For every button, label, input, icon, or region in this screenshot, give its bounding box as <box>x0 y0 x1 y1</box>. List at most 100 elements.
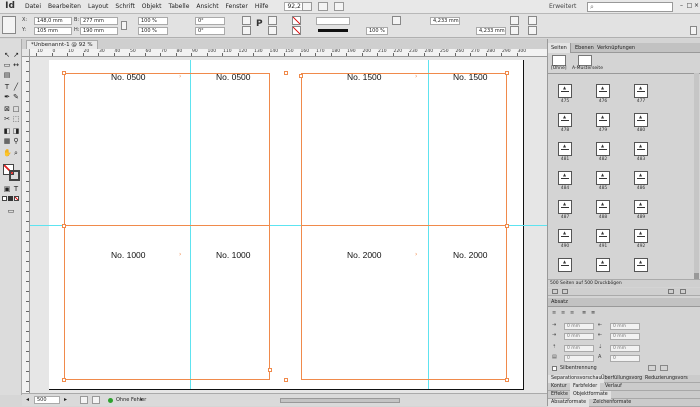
selection-handle[interactable] <box>62 378 66 382</box>
selection-handle[interactable] <box>505 378 509 382</box>
selection-handle[interactable] <box>62 71 66 75</box>
menu-datei[interactable]: Datei <box>25 3 41 10</box>
selection-handle[interactable] <box>505 71 509 75</box>
page-thumbnail[interactable] <box>558 171 572 185</box>
maximize-icon[interactable]: □ <box>686 2 693 10</box>
stroke-swatch-icon[interactable] <box>9 170 20 181</box>
page-thumbnail[interactable] <box>596 84 610 98</box>
select-container-icon[interactable] <box>268 16 277 25</box>
scale-x-field[interactable]: 100 % <box>138 17 168 25</box>
rotate-90-icon[interactable] <box>242 16 251 25</box>
page-thumbnail[interactable] <box>634 142 648 156</box>
page-thumbnail[interactable] <box>596 142 610 156</box>
page-thumbnail[interactable] <box>596 258 610 272</box>
hyphenation-checkbox[interactable] <box>552 366 557 371</box>
page-thumbnail[interactable] <box>634 258 648 272</box>
menu-layout[interactable]: Layout <box>88 3 108 10</box>
close-icon[interactable]: × <box>693 2 700 10</box>
page-thumbnail[interactable] <box>558 229 572 243</box>
delete-page-icon[interactable] <box>680 289 686 294</box>
view-options-icon[interactable] <box>318 2 328 11</box>
pen-tool-icon[interactable]: ✒ <box>3 93 11 101</box>
horizontal-scrollbar[interactable] <box>280 398 400 403</box>
scale-y-field[interactable]: 100 % <box>138 27 168 35</box>
align-center-icon[interactable]: ≡ <box>561 310 569 317</box>
justify-all-icon[interactable]: ≣ <box>591 310 599 317</box>
apply-gradient-icon[interactable] <box>8 196 13 201</box>
menu-fenster[interactable]: Fenster <box>226 3 248 10</box>
align-left-icon[interactable]: ≡ <box>552 310 560 317</box>
drop-cap-chars-field[interactable]: 0 <box>610 355 640 362</box>
page-thumbnail[interactable] <box>558 113 572 127</box>
left-indent-field[interactable]: 0 mm <box>564 323 594 330</box>
zoom-tool-icon[interactable]: ⌕ <box>12 149 20 157</box>
page-number-label[interactable]: No. 1500 <box>453 72 488 82</box>
page-thumbnail[interactable] <box>558 258 572 272</box>
screen-mode-icon[interactable] <box>302 2 312 11</box>
pages-scrollbar[interactable] <box>694 73 699 285</box>
tab-effects[interactable]: Effekte <box>548 391 571 399</box>
space-after-field[interactable]: 0 mm <box>610 345 640 352</box>
link-proportions-icon[interactable] <box>121 21 127 30</box>
tab-gradient[interactable]: Verlauf <box>602 383 625 391</box>
page-thumbnail[interactable] <box>634 171 648 185</box>
inset-field-1[interactable]: 4,233 mm <box>430 17 460 25</box>
page-thumbnail[interactable] <box>596 229 610 243</box>
selection-handle[interactable] <box>62 224 66 228</box>
fill-none-icon[interactable] <box>292 16 301 25</box>
menu-tabelle[interactable]: Tabelle <box>169 3 190 10</box>
align-right-icon[interactable]: ≡ <box>570 310 578 317</box>
tab-pages[interactable]: Seiten <box>548 43 571 53</box>
formatting-container-icon[interactable]: ▣ <box>3 185 11 193</box>
page-number-label[interactable]: No. 1000 <box>111 250 146 260</box>
next-page-icon[interactable]: ▸ <box>64 396 67 404</box>
page-number-label[interactable]: No. 1500 <box>347 72 382 82</box>
stroke-none-icon[interactable] <box>292 26 301 35</box>
free-transform-tool-icon[interactable]: ⬚ <box>12 115 20 123</box>
auto-fit-icon[interactable] <box>510 26 519 35</box>
master-a-thumb[interactable] <box>578 55 592 66</box>
arrange-documents-icon[interactable] <box>334 2 344 11</box>
selection-tool-icon[interactable]: ↖ <box>3 51 11 59</box>
horizontal-ruler[interactable]: 10 0 10 20 30 40 50 60 70 80 90 100 110 120 130 140 150 1… <box>30 49 547 57</box>
drop-shadow-icon[interactable] <box>392 16 401 25</box>
page-number-label[interactable]: No. 1000 <box>216 250 251 260</box>
screen-mode-tool-icon[interactable]: ▭ <box>7 207 15 215</box>
gap-tool-icon[interactable]: ↔ <box>12 61 20 69</box>
page-number-label[interactable]: No. 0500 <box>111 72 146 82</box>
ruler-origin[interactable] <box>22 49 30 57</box>
eyedropper-tool-icon[interactable]: ⚲ <box>12 137 20 145</box>
in-port-handle[interactable] <box>299 74 303 78</box>
baseline-grid-on-icon[interactable] <box>660 365 668 371</box>
page-thumbnail[interactable] <box>634 113 648 127</box>
stroke-type-swatch[interactable] <box>318 29 348 32</box>
pencil-tool-icon[interactable]: ✎ <box>12 93 20 101</box>
scissors-tool-icon[interactable]: ✂ <box>3 115 11 123</box>
tab-links[interactable]: Verknüpfungen <box>594 43 638 53</box>
distribute-icon[interactable] <box>528 26 537 35</box>
apply-none-icon[interactable] <box>14 196 19 201</box>
space-before-field[interactable]: 0 mm <box>564 345 594 352</box>
justify-icon[interactable]: ≣ <box>582 310 590 317</box>
reference-point-icon[interactable] <box>2 16 16 34</box>
align-icon[interactable] <box>528 16 537 25</box>
edit-page-size-icon[interactable] <box>562 289 568 294</box>
page-thumbnail[interactable] <box>558 142 572 156</box>
tab-stroke[interactable]: Kontur <box>548 383 570 391</box>
first-page-icon[interactable]: ◂ <box>26 396 29 404</box>
frame-fitting-icon[interactable] <box>510 16 519 25</box>
select-content-icon[interactable] <box>268 26 277 35</box>
tab-object-styles[interactable]: Objektformate <box>570 391 611 399</box>
page-number-field[interactable]: 500 <box>34 396 60 404</box>
line-tool-icon[interactable]: ╱ <box>12 83 20 91</box>
rectangle-frame-tool-icon[interactable]: ⊠ <box>3 105 11 113</box>
page-thumbnail[interactable] <box>596 200 610 214</box>
new-page-icon[interactable] <box>668 289 674 294</box>
opacity-field[interactable]: 100 % <box>366 27 388 35</box>
type-tool-icon[interactable]: T <box>3 83 11 91</box>
page-thumbnail[interactable] <box>596 113 610 127</box>
status-options-icon[interactable] <box>92 396 100 404</box>
paragraph-panel-header[interactable]: Absatz <box>548 298 700 307</box>
gradient-feather-tool-icon[interactable]: ◨ <box>12 127 20 135</box>
workspace-switcher[interactable]: Erweitert <box>549 3 576 10</box>
